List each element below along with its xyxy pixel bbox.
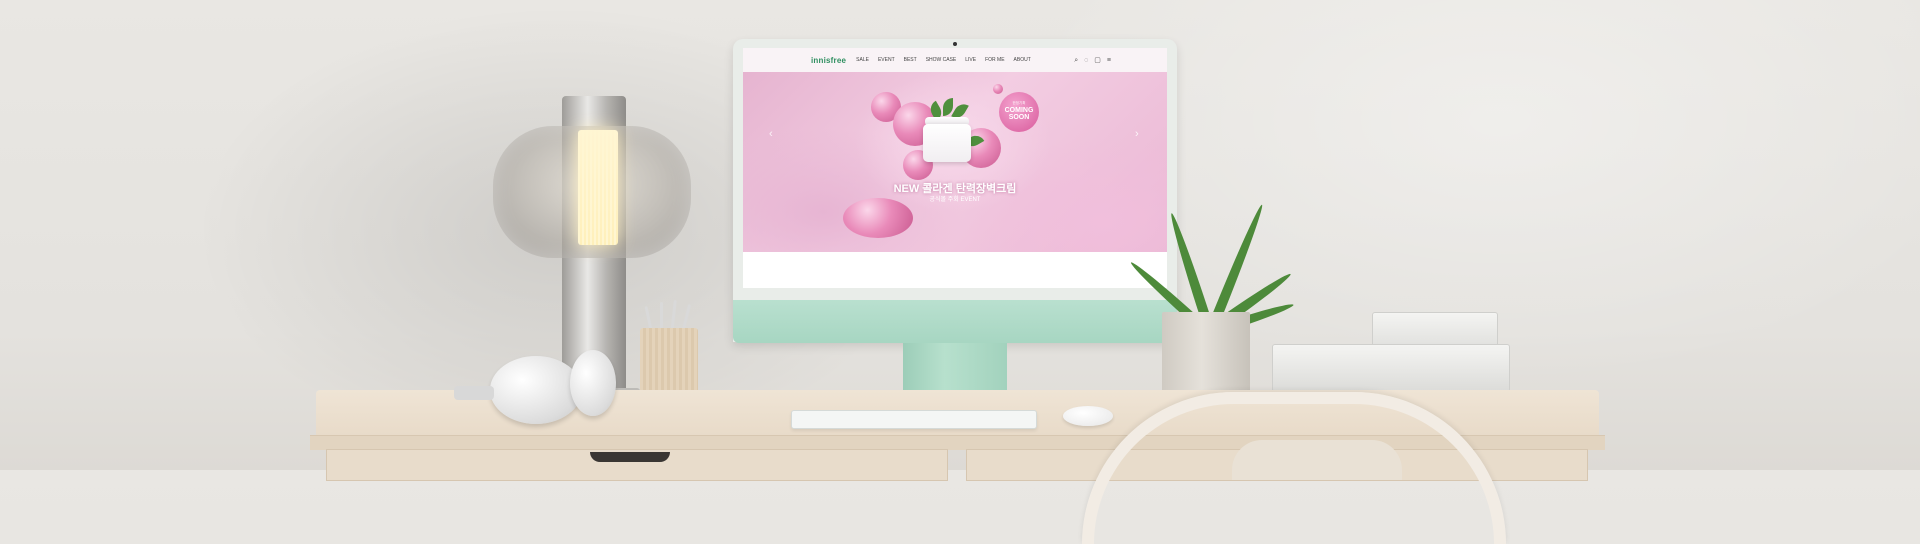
nav-item-live[interactable]: LIVE [965,57,976,63]
badge-line1: COMING [1004,106,1034,114]
badge-small-text: 한정기획 [1012,100,1026,105]
cream-jar [923,124,971,162]
next-arrow-icon[interactable]: › [1135,128,1139,140]
user-icon[interactable]: ◌ [1084,57,1088,64]
plant-pot [1162,312,1250,400]
hero-subtitle: 공식몰 주회 EVENT [929,197,981,203]
nav-item-event[interactable]: EVENT [878,57,895,63]
desk-tray [1272,344,1510,392]
drawer-handle [590,452,670,462]
site-nav: innisfree SALE EVENT BEST SHOW CASE LIVE… [743,48,1167,73]
menu-icon[interactable]: ≡ [1107,57,1111,64]
nav-item-sale[interactable]: SALE [856,57,869,63]
mouse [1063,406,1113,426]
keyboard [791,410,1037,429]
nav-icons: ⌕ ◌ ▢ ≡ [1074,57,1111,64]
badge-line2: SOON [1008,114,1030,122]
hero-banner[interactable]: 한정기획 COMING SOON NEW 콜라겐 탄력장벽크림 공식몰 주회 E… [743,72,1167,252]
headphone [570,350,616,416]
lamp-light [578,130,618,245]
website-screen: innisfree SALE EVENT BEST SHOW CASE LIVE… [743,48,1167,288]
search-icon[interactable]: ⌕ [1074,57,1078,64]
camera-icon [953,42,957,46]
pink-sphere [843,198,913,238]
pink-sphere [993,84,1003,94]
headphone [490,356,582,424]
coming-soon-badge: 한정기획 COMING SOON [999,92,1039,132]
chair-seat [1232,440,1402,480]
nav-menu: SALE EVENT BEST SHOW CASE LIVE FOR ME AB… [856,57,1031,63]
bag-icon[interactable]: ▢ [1094,57,1101,64]
site-logo[interactable]: innisfree [811,56,846,65]
monitor-chin [733,300,1177,343]
nav-item-best[interactable]: BEST [904,57,917,63]
prev-arrow-icon[interactable]: ‹ [769,128,773,140]
nav-item-about[interactable]: ABOUT [1014,57,1031,63]
nav-item-showcase[interactable]: SHOW CASE [926,57,957,63]
nav-item-for-me[interactable]: FOR ME [985,57,1004,63]
headphone-band [454,386,494,400]
